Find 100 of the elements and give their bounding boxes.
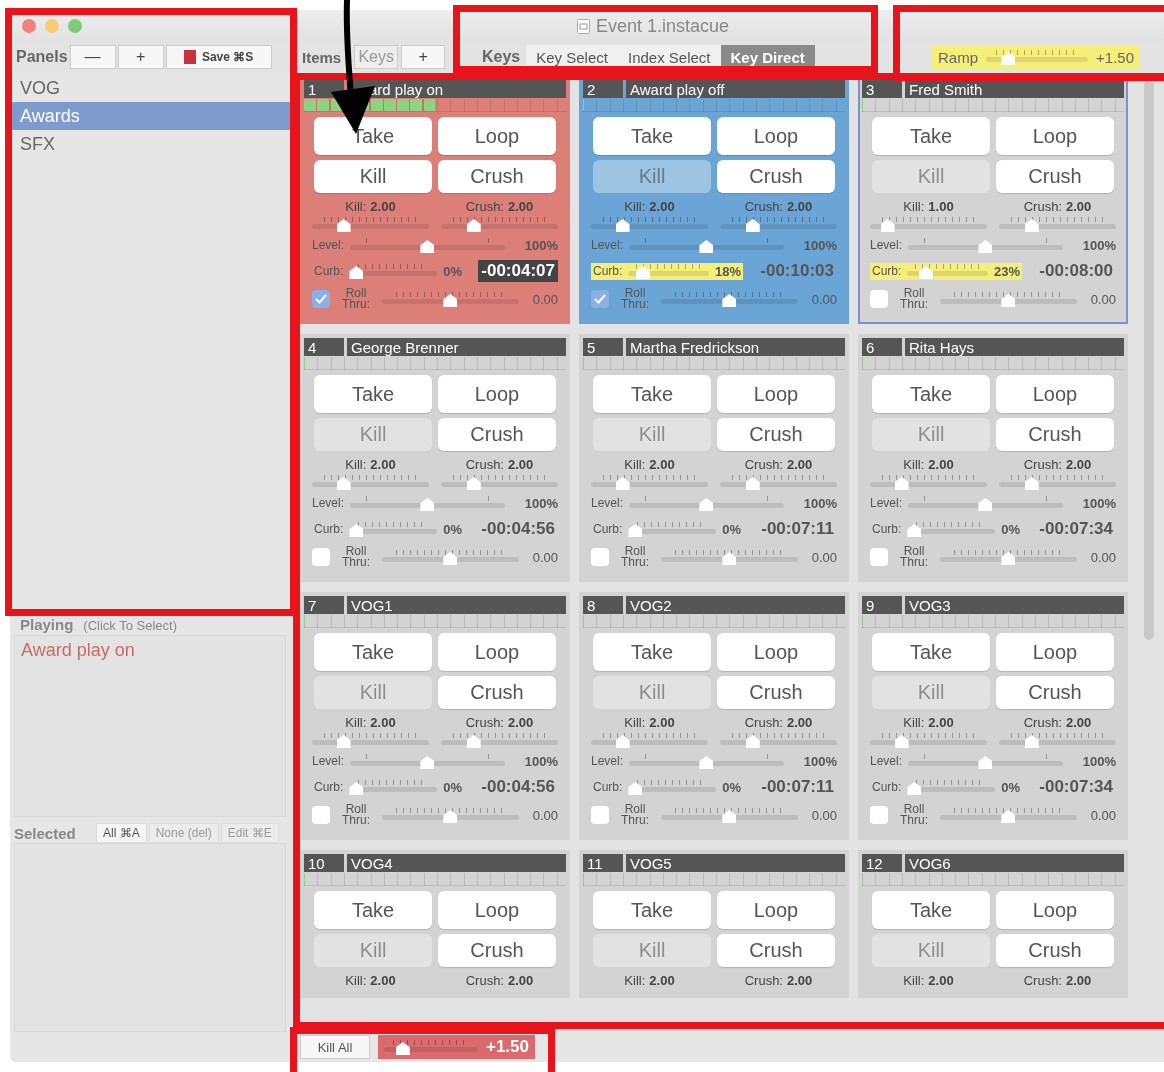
slider-thumb[interactable] [745, 477, 760, 490]
crush-button[interactable]: Crush [438, 160, 556, 193]
roll-thru-checkbox[interactable] [312, 806, 330, 824]
slider-thumb[interactable] [336, 477, 351, 490]
slider-thumb[interactable] [443, 294, 458, 307]
slider-thumb[interactable] [1001, 552, 1016, 565]
slider-thumb[interactable] [1024, 477, 1039, 490]
slider-thumb[interactable] [349, 524, 364, 537]
slider-thumb[interactable] [466, 477, 481, 490]
slider-thumb[interactable] [907, 782, 922, 795]
loop-button[interactable]: Loop [996, 633, 1114, 671]
crush-button[interactable]: Crush [438, 676, 556, 709]
slider-thumb[interactable] [615, 477, 630, 490]
crush-button[interactable]: Crush [717, 934, 835, 967]
close-icon[interactable] [22, 19, 36, 33]
loop-button[interactable]: Loop [717, 633, 835, 671]
slider-thumb[interactable] [978, 498, 993, 511]
slider-thumb[interactable] [336, 219, 351, 232]
slider-thumb[interactable] [336, 735, 351, 748]
slider-thumb[interactable] [420, 498, 435, 511]
slider-thumb[interactable] [699, 756, 714, 769]
slider-thumb[interactable] [615, 735, 630, 748]
loop-button[interactable]: Loop [996, 891, 1114, 929]
crush-button[interactable]: Crush [996, 160, 1114, 193]
crush-button[interactable]: Crush [996, 418, 1114, 451]
toolbar-button[interactable]: + [117, 45, 164, 69]
slider-thumb[interactable] [635, 266, 650, 279]
take-button[interactable]: Take [593, 375, 711, 413]
take-button[interactable]: Take [593, 633, 711, 671]
slider-thumb[interactable] [907, 524, 922, 537]
crush-button[interactable]: Crush [996, 934, 1114, 967]
selection-button[interactable]: All ⌘A [96, 823, 147, 843]
slider-thumb[interactable] [880, 219, 895, 232]
crush-button[interactable]: Crush [438, 418, 556, 451]
roll-thru-checkbox[interactable] [870, 806, 888, 824]
slider-thumb[interactable] [466, 219, 481, 232]
zoom-icon[interactable] [68, 19, 82, 33]
crush-button[interactable]: Crush [717, 418, 835, 451]
toolbar-button[interactable]: — [69, 45, 116, 69]
take-button[interactable]: Take [314, 375, 432, 413]
kill-all-button[interactable]: Kill All [300, 1035, 370, 1059]
loop-button[interactable]: Loop [438, 117, 556, 155]
roll-thru-checkbox[interactable] [312, 548, 330, 566]
slider-thumb[interactable] [466, 735, 481, 748]
roll-thru-checkbox[interactable] [312, 290, 330, 308]
slider-thumb[interactable] [894, 477, 909, 490]
slider-thumb[interactable] [1024, 735, 1039, 748]
slider-thumb[interactable] [615, 219, 630, 232]
panel-item[interactable]: SFX [10, 130, 290, 158]
toolbar-button[interactable]: + [401, 45, 446, 69]
slider-thumb[interactable] [1001, 810, 1016, 823]
slider-thumb[interactable] [745, 219, 760, 232]
take-button[interactable]: Take [872, 633, 990, 671]
roll-thru-checkbox[interactable] [591, 806, 609, 824]
slider-thumb[interactable] [722, 294, 737, 307]
slider-thumb[interactable] [745, 735, 760, 748]
loop-button[interactable]: Loop [996, 375, 1114, 413]
loop-button[interactable]: Loop [438, 891, 556, 929]
slider-thumb[interactable] [1001, 52, 1016, 65]
mode-tab[interactable]: Index Select [617, 45, 721, 69]
take-button[interactable]: Take [593, 891, 711, 929]
kill-button[interactable]: Kill [314, 160, 432, 193]
loop-button[interactable]: Loop [438, 375, 556, 413]
slider-thumb[interactable] [395, 1042, 410, 1055]
take-button[interactable]: Take [872, 117, 990, 155]
take-button[interactable]: Take [872, 375, 990, 413]
slider-thumb[interactable] [443, 552, 458, 565]
take-button[interactable]: Take [314, 633, 432, 671]
slider-thumb[interactable] [699, 240, 714, 253]
slider-thumb[interactable] [349, 266, 364, 279]
slider-thumb[interactable] [443, 810, 458, 823]
loop-button[interactable]: Loop [717, 117, 835, 155]
slider-thumb[interactable] [722, 810, 737, 823]
minimize-icon[interactable] [45, 19, 59, 33]
slider-thumb[interactable] [722, 552, 737, 565]
take-button[interactable]: Take [593, 117, 711, 155]
slider-thumb[interactable] [978, 240, 993, 253]
roll-thru-checkbox[interactable] [591, 548, 609, 566]
loop-button[interactable]: Loop [717, 375, 835, 413]
take-button[interactable]: Take [314, 117, 432, 155]
slider-thumb[interactable] [628, 524, 643, 537]
slider-thumb[interactable] [894, 735, 909, 748]
slider-thumb[interactable] [918, 266, 933, 279]
loop-button[interactable]: Loop [717, 891, 835, 929]
loop-button[interactable]: Loop [438, 633, 556, 671]
panel-item[interactable]: VOG [10, 74, 290, 102]
slider-thumb[interactable] [420, 756, 435, 769]
slider-thumb[interactable] [349, 782, 364, 795]
mode-tab[interactable]: Key Select [526, 45, 618, 69]
slider-thumb[interactable] [420, 240, 435, 253]
take-button[interactable]: Take [872, 891, 990, 929]
slider-thumb[interactable] [699, 498, 714, 511]
crush-button[interactable]: Crush [438, 934, 556, 967]
slider-thumb[interactable] [1024, 219, 1039, 232]
roll-thru-checkbox[interactable] [870, 548, 888, 566]
crush-button[interactable]: Crush [996, 676, 1114, 709]
save-button[interactable]: Save ⌘S [165, 45, 272, 69]
slider-thumb[interactable] [1001, 294, 1016, 307]
slider-thumb[interactable] [628, 782, 643, 795]
crush-button[interactable]: Crush [717, 676, 835, 709]
